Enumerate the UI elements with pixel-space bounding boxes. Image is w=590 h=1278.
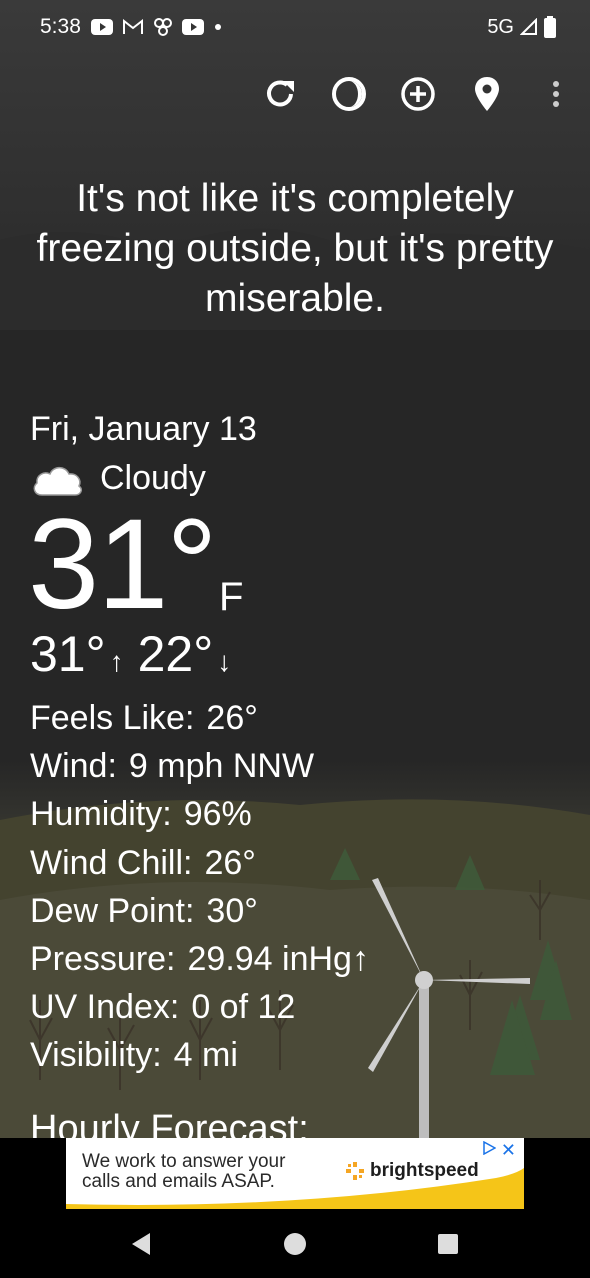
add-location-button[interactable] — [383, 66, 452, 122]
notification-icons — [90, 17, 223, 37]
low-temp: 22° — [137, 626, 214, 682]
detail-value: 29.94 inHg↑ — [187, 940, 369, 979]
low-arrow-icon: ↓ — [217, 646, 232, 677]
status-bar: 5:38 5G — [0, 0, 590, 54]
detail-row-wind-chill: Wind Chill: 26° — [30, 839, 369, 887]
youtube-icon — [181, 19, 204, 35]
weather-toolbar — [245, 66, 590, 122]
detail-row-uv-index: UV Index: 0 of 12 — [30, 983, 369, 1031]
detail-value: 9 mph NNW — [128, 747, 315, 786]
youtube-icon — [90, 19, 113, 35]
home-icon[interactable] — [281, 1230, 309, 1258]
high-arrow-icon: ↑ — [109, 646, 124, 677]
weather-screen: 5:38 5G It's not like it's completely fr… — [0, 0, 590, 1138]
current-date: Fri, January 13 — [30, 410, 257, 448]
detail-row-visibility: Visibility: 4 mi — [30, 1031, 369, 1079]
moon-phase-icon — [331, 77, 366, 111]
adchoices-icon[interactable] — [482, 1141, 496, 1155]
back-icon[interactable] — [128, 1230, 156, 1258]
ad-text-line: We work to answer your — [82, 1151, 286, 1172]
detail-value: 26° — [206, 699, 258, 737]
detail-value: 96% — [183, 795, 252, 834]
detail-label: Wind: — [30, 747, 117, 786]
hourly-forecast-heading: Hourly Forecast: — [30, 1108, 309, 1138]
refresh-icon — [266, 80, 294, 107]
refresh-button[interactable] — [245, 66, 314, 122]
signal-icon — [520, 18, 537, 35]
overflow-menu-icon — [552, 81, 559, 107]
detail-label: Visibility: — [30, 1036, 162, 1075]
detail-row-pressure: Pressure: 29.94 inHg↑ — [30, 935, 369, 983]
detail-row-humidity: Humidity: 96% — [30, 790, 369, 838]
dot-icon — [214, 24, 221, 30]
current-temperature: 31° — [28, 493, 218, 636]
ad-text-line: calls and emails ASAP. — [82, 1171, 275, 1192]
status-time: 5:38 — [40, 15, 81, 38]
detail-value: 0 of 12 — [191, 988, 296, 1027]
ad-text: We work to answer your calls and emails … — [82, 1152, 285, 1192]
system-nav-bar — [0, 1210, 590, 1278]
detail-label: Feels Like: — [30, 699, 195, 737]
detail-label: Wind Chill: — [30, 843, 193, 882]
ad-banner[interactable]: We work to answer your calls and emails … — [66, 1138, 524, 1209]
detail-label: UV Index: — [30, 988, 180, 1027]
location-button[interactable] — [452, 66, 521, 122]
high-low-row: 31° ↑ 22° ↓ — [30, 624, 245, 692]
gmail-icon — [122, 19, 143, 34]
status-right: 5G — [487, 16, 556, 39]
detail-value: 4 mi — [173, 1036, 238, 1075]
detail-row-dew-point: Dew Point: 30° — [30, 887, 369, 935]
add-location-icon — [400, 77, 435, 111]
network-label: 5G — [487, 15, 514, 38]
ad-brand: brightspeed — [346, 1160, 479, 1182]
weather-quip: It's not like it's completely freezing o… — [36, 177, 554, 320]
detail-value: 30° — [206, 891, 258, 930]
detail-label: Humidity: — [30, 795, 172, 834]
temperature-unit: F — [219, 575, 244, 619]
overflow-menu-button[interactable] — [521, 66, 590, 122]
high-temp: 31° — [30, 626, 106, 682]
pinwheel-icon — [153, 18, 172, 36]
ad-close-button[interactable]: ✕ — [501, 1140, 516, 1161]
detail-row-feels-like: Feels Like: 26° — [30, 694, 369, 742]
detail-row-wind: Wind: 9 mph NNW — [30, 742, 369, 790]
detail-label: Dew Point: — [30, 891, 195, 930]
weather-details: Feels Like: 26° Wind: 9 mph NNW Humidity: 9… — [30, 694, 369, 1080]
detail-value: 26° — [204, 843, 256, 882]
ad-brand-name: brightspeed — [370, 1160, 479, 1181]
recents-icon[interactable] — [434, 1230, 462, 1258]
cloud-icon — [33, 466, 82, 496]
brightspeed-logo-icon — [346, 1162, 364, 1180]
battery-icon — [544, 16, 556, 38]
moon-phase-button[interactable] — [314, 66, 383, 122]
location-pin-icon — [474, 77, 499, 111]
detail-label: Pressure: — [30, 940, 176, 979]
